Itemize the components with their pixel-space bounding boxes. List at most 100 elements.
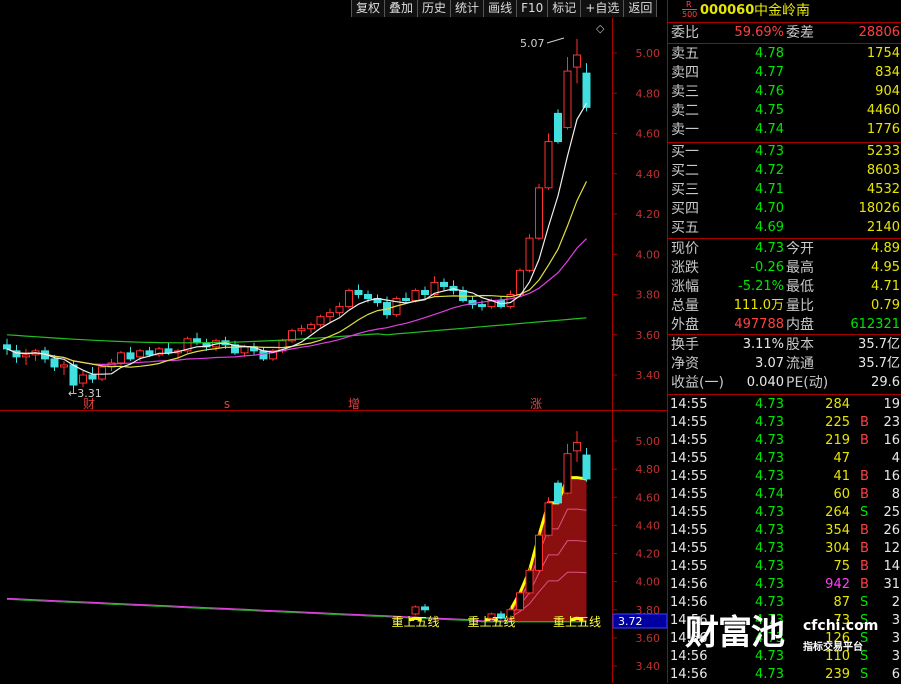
stat-value-2: 29.6 <box>871 375 900 390</box>
tick-count: 8 <box>891 487 900 502</box>
tick-count: 3 <box>891 649 900 664</box>
bid-price: 4.72 <box>755 163 784 178</box>
toolbar-button-5[interactable]: F10 <box>516 0 548 17</box>
ask-price: 4.78 <box>755 46 784 61</box>
kline-chart-area[interactable]: 5.00 4.80 4.60 4.40 4.20 4.00 3.80 3.60 3.40 5.00… <box>0 0 667 683</box>
tick-volume: 354 <box>825 523 850 538</box>
tick-row: 14:55 4.73 219 B 16 <box>668 432 901 450</box>
toolbar-button-2[interactable]: 历史 <box>417 0 451 17</box>
tick-row: 14:55 4.73 225 B 23 <box>668 414 901 432</box>
tick-side: S <box>860 505 869 520</box>
y-tick-label-2: 4.20 <box>636 548 661 561</box>
stat-label-2: 量比 <box>786 298 814 314</box>
toolbar-button-0[interactable]: 复权 <box>351 0 385 17</box>
candle-body <box>22 354 30 358</box>
event-marker: 涨 <box>530 396 542 411</box>
tick-volume: 239 <box>825 667 850 682</box>
stock-name: 中金岭南 <box>754 3 810 19</box>
candle-body <box>69 364 78 386</box>
weibi-label: 委比 <box>671 25 699 41</box>
y-tick-label: 3.60 <box>636 329 661 342</box>
candle-body <box>136 350 144 358</box>
toolbar-button-7[interactable]: +自选 <box>580 0 624 17</box>
candle-body <box>364 294 372 300</box>
ask-volume: 1754 <box>866 46 900 61</box>
tick-count: 6 <box>891 667 900 682</box>
bid-row: 买四 4.70 18026 <box>668 200 901 218</box>
tick-price: 4.73 <box>755 667 784 682</box>
tick-time: 14:55 <box>670 469 708 484</box>
tick-row: 14:55 4.73 284 19 <box>668 396 901 414</box>
weicha-label: 委差 <box>786 25 814 41</box>
tick-side: B <box>860 541 869 556</box>
ask-label: 卖一 <box>671 122 699 138</box>
stat-value-2: 35.7亿 <box>858 337 900 352</box>
bid-label: 买四 <box>671 201 699 217</box>
tick-row: 14:56 4.73 239 S 6 <box>668 666 901 684</box>
candle-body <box>544 141 553 189</box>
tick-side: B <box>860 577 869 592</box>
tick-side: S <box>860 667 869 682</box>
ask-label: 卖四 <box>671 65 699 81</box>
diamond-icon: ◇ <box>596 22 605 35</box>
kline-chart[interactable]: 5.00 4.80 4.60 4.40 4.20 4.00 3.80 3.60 3.40 5.00… <box>0 0 667 683</box>
tick-price: 4.74 <box>755 487 784 502</box>
bid-volume: 4532 <box>866 182 900 197</box>
tick-volume: 284 <box>825 397 850 412</box>
stat-value: 3.11% <box>742 337 784 352</box>
stat-label: 净资 <box>671 356 699 372</box>
toolbar-button-6[interactable]: 标记 <box>547 0 581 17</box>
tick-time: 14:55 <box>670 433 708 448</box>
tick-count: 26 <box>883 523 900 538</box>
bid-price: 4.70 <box>755 201 784 216</box>
high-annotation: 5.07 <box>520 37 545 50</box>
watermark-main: 财富池 <box>685 613 785 653</box>
bid-label: 买二 <box>671 163 699 179</box>
toolbar-button-3[interactable]: 统计 <box>450 0 484 17</box>
bid-volume: 2140 <box>866 220 900 235</box>
ask-label: 卖二 <box>671 103 699 119</box>
candle-body <box>316 316 325 326</box>
tick-price: 4.73 <box>755 595 784 610</box>
tick-time: 14:56 <box>670 595 708 610</box>
candle-body <box>478 304 486 308</box>
candle-body <box>79 374 87 384</box>
stat-value: 4.73 <box>755 241 784 256</box>
bid-label: 买一 <box>671 144 699 160</box>
candle-body <box>326 312 334 318</box>
tick-volume: 41 <box>833 469 850 484</box>
y-tick-label: 4.80 <box>636 87 661 100</box>
tick-price: 4.73 <box>755 415 784 430</box>
candle-body <box>117 352 125 364</box>
tick-time: 14:55 <box>670 451 708 466</box>
candle-body <box>164 348 173 354</box>
y-tick-label: 3.80 <box>636 289 661 302</box>
indicator-candle-body <box>582 454 591 480</box>
stat-row: 外盘 497788 内盘 612321 <box>668 316 901 334</box>
stat-label: 换手 <box>671 337 699 353</box>
candle-body <box>354 289 363 296</box>
tick-time: 14:56 <box>670 667 708 682</box>
candle-body <box>335 306 344 314</box>
bid-volume: 18026 <box>858 201 900 216</box>
toolbar-button-4[interactable]: 画线 <box>483 0 517 17</box>
stat-row: 收益(一) 0.040 PE(动) 29.6 <box>668 374 901 392</box>
stat-label-2: 流通 <box>786 356 814 372</box>
bid-volume: 8603 <box>866 163 900 178</box>
ask-row: 卖二 4.75 4460 <box>668 102 901 120</box>
high-pointer <box>546 37 565 44</box>
tick-row: 14:56 4.73 87 S 2 <box>668 594 901 612</box>
tick-count: 16 <box>883 433 900 448</box>
ask-volume: 904 <box>875 84 900 99</box>
candle-body <box>563 70 572 128</box>
tick-count: 16 <box>883 469 900 484</box>
ask-volume: 1776 <box>866 122 900 137</box>
toolbar-button-1[interactable]: 叠加 <box>384 0 418 17</box>
tick-side: B <box>860 523 869 538</box>
toolbar-button-8[interactable]: 返回 <box>623 0 658 17</box>
event-marker: 增 <box>348 397 360 411</box>
tick-time: 14:55 <box>670 505 708 520</box>
candle-body <box>440 281 448 287</box>
y-tick-label-2: 4.60 <box>636 491 661 504</box>
stock-code: 000060 <box>700 3 755 18</box>
